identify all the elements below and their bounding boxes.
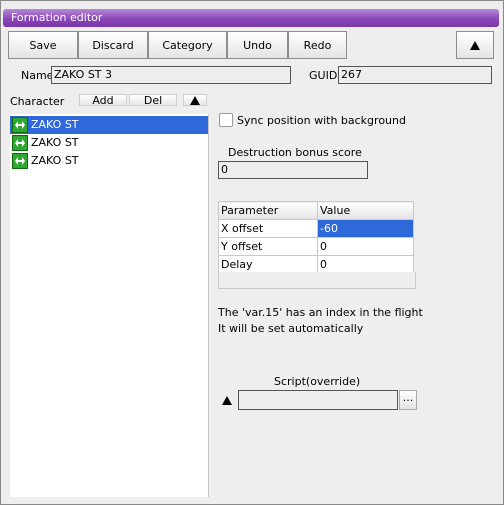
table-empty-area xyxy=(218,272,416,289)
list-item-label: ZAKO ST xyxy=(31,118,79,131)
parameter-cell[interactable]: X offset xyxy=(218,219,318,238)
info-text-line-2: It will be set automatically xyxy=(218,322,364,335)
character-list[interactable]: ZAKO ST ZAKO ST ZAKO ST xyxy=(10,114,209,497)
window-title: Formation editor xyxy=(11,11,103,24)
sync-position-checkbox[interactable] xyxy=(219,113,233,127)
character-sprite-icon xyxy=(12,117,28,133)
character-sprite-icon xyxy=(12,135,28,151)
character-sprite-icon xyxy=(12,153,28,169)
value-cell[interactable]: -60 xyxy=(317,219,414,238)
formation-editor-window: Formation editor Save Discard Category U… xyxy=(0,0,504,505)
up-triangle-icon xyxy=(470,40,480,50)
discard-button[interactable]: Discard xyxy=(78,31,148,59)
list-item[interactable]: ZAKO ST xyxy=(10,152,208,170)
character-list-collapse-button[interactable] xyxy=(183,94,207,106)
parameter-table: Parameter Value X offset -60 Y offset 0 … xyxy=(218,201,414,274)
up-triangle-icon xyxy=(222,395,232,405)
destruction-bonus-input[interactable]: 0 xyxy=(218,161,368,179)
character-label: Character xyxy=(10,95,65,108)
list-item-label: ZAKO ST xyxy=(31,154,79,167)
list-item[interactable]: ZAKO ST xyxy=(10,134,208,152)
list-item[interactable]: ZAKO ST xyxy=(10,116,208,134)
up-triangle-icon xyxy=(190,95,200,105)
script-browse-button[interactable]: ... xyxy=(399,390,417,410)
title-bar: Formation editor xyxy=(3,9,499,27)
script-expand-button[interactable] xyxy=(218,391,236,409)
undo-button[interactable]: Undo xyxy=(227,31,288,59)
info-text-line-1: The 'var.15' has an index in the flight xyxy=(218,306,423,319)
script-override-label: Script(override) xyxy=(274,375,361,388)
save-button[interactable]: Save xyxy=(8,31,78,59)
value-cell[interactable]: 0 xyxy=(317,255,414,274)
add-character-button[interactable]: Add xyxy=(79,94,127,107)
script-override-input[interactable] xyxy=(238,390,398,410)
table-row[interactable]: X offset -60 xyxy=(218,219,414,238)
delete-character-button[interactable]: Del xyxy=(129,94,177,107)
guid-input[interactable]: 267 xyxy=(338,66,492,84)
guid-label: GUID xyxy=(309,69,338,82)
parameter-cell[interactable]: Y offset xyxy=(218,237,318,256)
redo-button[interactable]: Redo xyxy=(288,31,347,59)
name-input[interactable]: ZAKO ST 3 xyxy=(51,66,291,84)
value-cell[interactable]: 0 xyxy=(317,237,414,256)
column-header-parameter[interactable]: Parameter xyxy=(218,201,318,220)
column-header-value[interactable]: Value xyxy=(317,201,414,220)
collapse-toolbar-button[interactable] xyxy=(456,31,494,59)
category-button[interactable]: Category xyxy=(148,31,227,59)
list-item-label: ZAKO ST xyxy=(31,136,79,149)
parameter-cell[interactable]: Delay xyxy=(218,255,318,274)
sync-position-label: Sync position with background xyxy=(237,114,406,127)
destruction-bonus-label: Destruction bonus score xyxy=(228,146,362,159)
name-label: Name xyxy=(21,69,54,82)
table-row[interactable]: Y offset 0 xyxy=(218,237,414,256)
table-row[interactable]: Delay 0 xyxy=(218,255,414,274)
